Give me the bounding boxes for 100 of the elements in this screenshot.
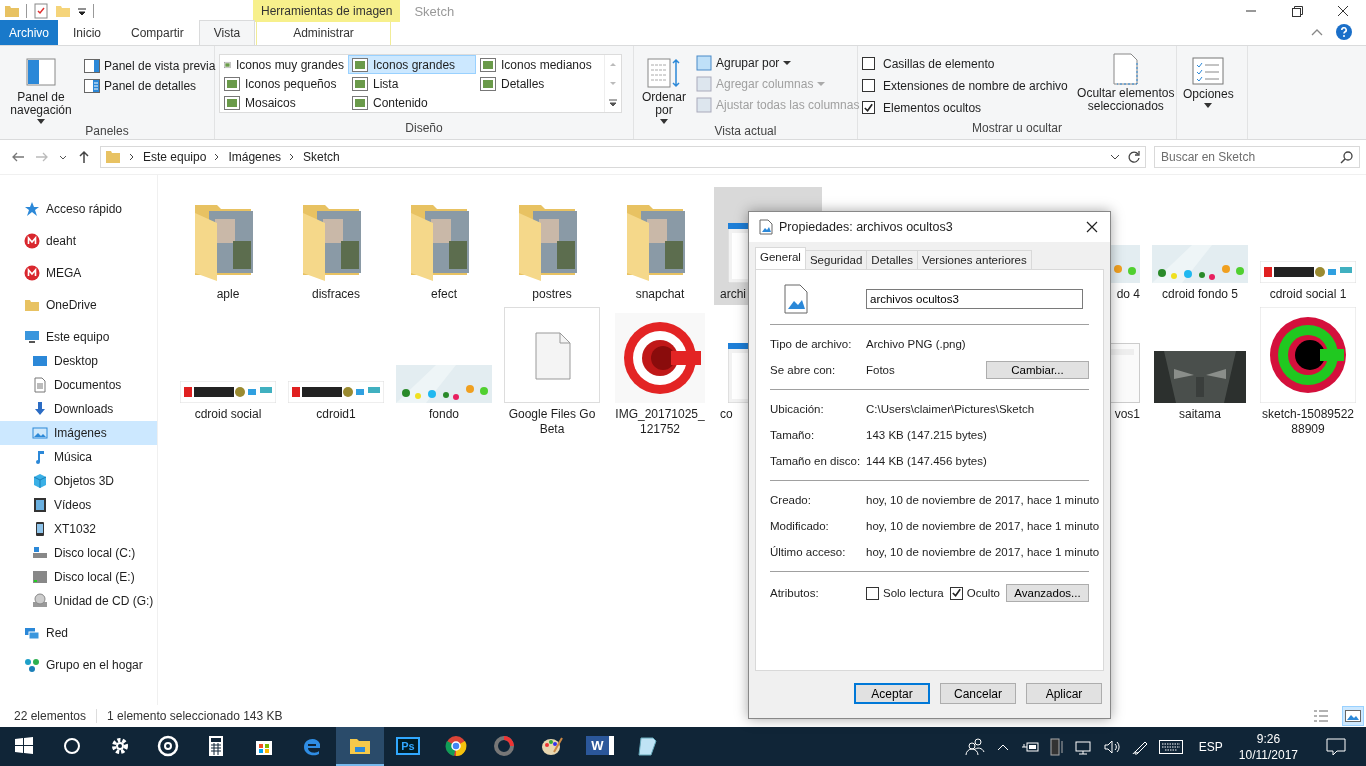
sidebar-item[interactable]: Downloads <box>0 397 157 421</box>
sidebar-item[interactable]: Acceso rápido <box>0 197 157 221</box>
network-icon[interactable] <box>1074 738 1093 755</box>
taskbar-button[interactable]: Ps <box>384 727 432 766</box>
sidebar-item[interactable]: Unidad de CD (G:) <box>0 589 157 613</box>
search-field[interactable]: Buscar en Sketch <box>1154 146 1360 168</box>
sidebar-item[interactable]: Grupo en el hogar <box>0 653 157 677</box>
sidebar-item[interactable]: Vídeos <box>0 493 157 517</box>
dialog-tab[interactable]: General <box>755 247 806 269</box>
checklist-icon[interactable] <box>33 3 49 19</box>
file-item[interactable]: cdroid fondo 5 <box>1146 187 1254 305</box>
dialog-button[interactable]: Cancelar <box>940 683 1016 704</box>
file-item[interactable]: snapchat <box>606 187 714 305</box>
people-icon[interactable] <box>964 737 985 756</box>
sidebar-item[interactable]: Documentos <box>0 373 157 397</box>
help-icon[interactable] <box>1336 24 1352 40</box>
notification-icon[interactable] <box>1326 737 1346 756</box>
property-label: Tamaño en disco: <box>770 454 862 468</box>
breadcrumb-item[interactable]: Sketch <box>303 150 340 164</box>
property-label: Tamaño: <box>770 428 816 442</box>
layout-option[interactable]: Iconos medianos <box>476 55 604 74</box>
change-button[interactable]: Cambiar... <box>986 361 1089 379</box>
file-item[interactable]: aple <box>174 187 282 305</box>
dialog-button[interactable]: Aplicar <box>1026 683 1102 704</box>
hide-selected-button[interactable]: Ocultar elementos seleccionados <box>1073 51 1178 121</box>
file-item[interactable]: cdroid1 <box>282 307 390 437</box>
file-item[interactable]: Google Files Go Beta <box>498 307 606 437</box>
sidebar-item[interactable]: OneDrive <box>0 293 157 317</box>
checkbox-label[interactable]: Oculto <box>966 587 1000 599</box>
file-item[interactable]: cdroid social 1 <box>1254 187 1362 305</box>
close-icon[interactable] <box>1086 221 1098 233</box>
advanced-button[interactable]: Avanzados... <box>1006 584 1089 602</box>
checkbox[interactable] <box>949 586 963 600</box>
sort-button[interactable]: Ordenar por <box>638 51 690 124</box>
file-item[interactable]: postres <box>498 187 606 305</box>
layout-icon <box>352 57 368 72</box>
navigation-pane-button[interactable]: Panel de navegación <box>4 51 78 124</box>
language-indicator[interactable]: ESP <box>1198 739 1223 754</box>
pane-icon <box>25 57 57 89</box>
preview-pane-button[interactable]: Panel de vista previa <box>84 59 216 73</box>
large-icons-view-button[interactable] <box>1342 706 1364 726</box>
clock[interactable]: 9:26 10/11/2017 <box>1238 730 1298 763</box>
file-item[interactable]: disfraces <box>282 187 390 305</box>
sidebar-item[interactable]: deaht <box>0 229 157 253</box>
checkbox-option[interactable]: Casillas de elemento <box>862 55 1068 72</box>
checkbox[interactable] <box>862 101 875 114</box>
ribbon-tab[interactable]: Vista <box>198 20 256 45</box>
details-pane-button[interactable]: Panel de detalles <box>84 79 216 93</box>
layout-option[interactable]: Mosaicos <box>220 93 348 112</box>
sidebar-item[interactable]: Desktop <box>0 349 157 373</box>
options-button[interactable]: Opciones <box>1181 51 1236 137</box>
checkbox-label[interactable]: Solo lectura <box>883 587 944 599</box>
phone-icon[interactable] <box>1048 737 1065 756</box>
breadcrumb-item[interactable]: Este equipo <box>143 150 207 164</box>
layout-option[interactable]: Detalles <box>476 74 604 93</box>
file-item[interactable]: IMG_20171025_121752 <box>606 307 714 437</box>
file-item[interactable]: saitama <box>1146 307 1254 437</box>
more-icon[interactable] <box>608 98 618 108</box>
checkbox-option[interactable]: Elementos ocultos <box>862 99 1068 116</box>
pane-icon <box>84 59 100 73</box>
sidebar-item[interactable]: Disco local (C:) <box>0 541 157 565</box>
layout-option[interactable]: Iconos muy grandes <box>220 55 348 74</box>
property-label: Atributos: <box>770 586 820 600</box>
view-command[interactable]: Agrupar por <box>696 55 860 71</box>
sidebar-item[interactable]: Imágenes <box>0 421 157 445</box>
ribbon-tab[interactable]: Inicio <box>58 20 117 45</box>
sidebar-item[interactable]: MEGA <box>0 261 157 285</box>
checkbox-option[interactable]: Extensiones de nombre de archivo <box>862 77 1068 94</box>
address-field[interactable]: Este equipo Imágenes Sketch <box>100 146 1146 168</box>
dialog-tab[interactable]: Versiones anteriores <box>916 250 1032 269</box>
taskbar-button[interactable]: W <box>576 727 624 766</box>
file-item[interactable]: sketch-1508952288909 <box>1254 307 1362 437</box>
layout-option[interactable]: Lista <box>348 74 476 93</box>
sidebar-item[interactable]: Red <box>0 621 157 645</box>
checkbox[interactable] <box>866 586 879 600</box>
file-name-field[interactable]: archivos ocultos3 <box>866 289 1083 309</box>
refresh-icon[interactable] <box>1127 150 1141 164</box>
sidebar-item[interactable]: Este equipo <box>0 325 157 349</box>
checkbox[interactable] <box>862 79 875 92</box>
sidebar-item[interactable]: XT1032 <box>0 517 157 541</box>
sidebar-item[interactable]: Música <box>0 445 157 469</box>
ribbon-tab[interactable]: Archivo <box>0 20 58 45</box>
file-name: fondo <box>428 407 460 422</box>
file-item[interactable]: fondo <box>390 307 498 437</box>
breadcrumb-item[interactable]: Imágenes <box>228 150 282 164</box>
dialog-button[interactable]: Aceptar <box>854 683 930 704</box>
star-icon <box>24 201 40 217</box>
file-item[interactable]: cdroid social <box>174 307 282 437</box>
file-item[interactable]: efect <box>390 187 498 305</box>
layout-option[interactable]: Iconos pequeños <box>220 74 348 93</box>
keyboard-icon[interactable] <box>1158 739 1183 754</box>
sidebar-item[interactable]: Disco local (E:) <box>0 565 157 589</box>
layout-icon <box>352 95 368 110</box>
layout-option[interactable]: Contenido <box>348 93 476 112</box>
dialog-tab[interactable]: Seguridad <box>804 250 868 269</box>
checkbox[interactable] <box>862 57 875 70</box>
ribbon-tab[interactable]: Compartir <box>116 20 199 45</box>
layout-option[interactable]: Iconos grandes <box>348 55 476 74</box>
volume-icon[interactable] <box>1102 738 1121 755</box>
sidebar-item[interactable]: Objetos 3D <box>0 469 157 493</box>
